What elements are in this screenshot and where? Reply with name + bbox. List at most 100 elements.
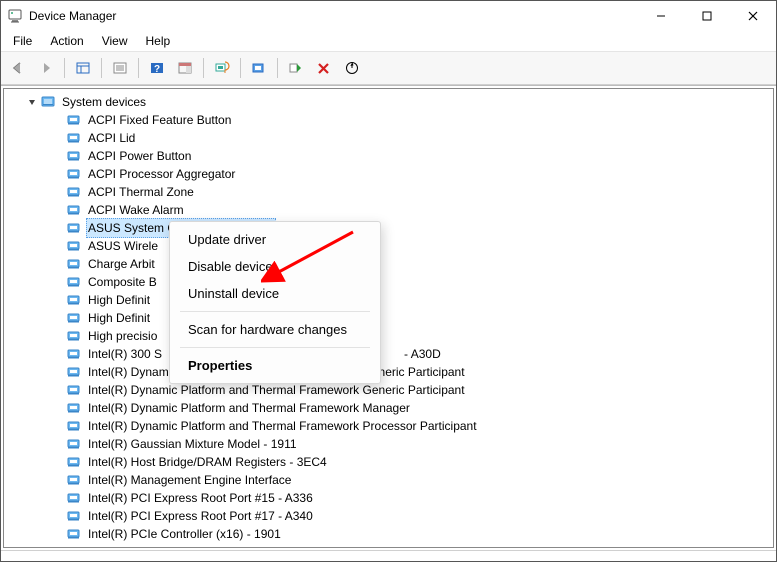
tree-item[interactable]: ACPI Processor Aggregator xyxy=(4,165,773,183)
tree-node-label: ACPI Lid xyxy=(86,129,137,147)
menubar: File Action View Help xyxy=(1,31,776,52)
tree-item[interactable]: Intel(R) Gaussian Mixture Model - 1911 xyxy=(4,435,773,453)
tree-item[interactable]: High precisio xyxy=(4,327,773,345)
device-icon xyxy=(66,400,82,416)
tree-node-label: ACPI Fixed Feature Button xyxy=(86,111,233,129)
tree-item[interactable]: Intel(R) Host Bridge/DRAM Registers - 3E… xyxy=(4,453,773,471)
show-hide-tree-button[interactable] xyxy=(70,56,96,80)
tree-node-label: Intel(R) Host Bridge/DRAM Registers - 3E… xyxy=(86,453,329,471)
uninstall-device-button[interactable] xyxy=(311,56,337,80)
tree-node-label: Intel(R) Dynamic Platform and Thermal Fr… xyxy=(86,399,412,417)
device-manager-window: Device Manager File Action View Help ? xyxy=(0,0,777,562)
tree-item[interactable]: Intel(R) Management Engine Interface xyxy=(4,471,773,489)
device-icon xyxy=(66,346,82,362)
tree-node-label: Intel(R) Dynamic Platform and Thermal Fr… xyxy=(86,417,479,435)
context-update-driver[interactable]: Update driver xyxy=(170,226,380,253)
titlebar: Device Manager xyxy=(1,1,776,31)
expander-icon[interactable] xyxy=(26,96,38,108)
tree-node-label: Intel(R) Power Engine Plug-in xyxy=(86,543,248,548)
tree-node-label: ACPI Power Button xyxy=(86,147,193,165)
tree-item[interactable]: ACPI Wake Alarm xyxy=(4,201,773,219)
device-icon xyxy=(66,472,82,488)
tree-item[interactable]: High Definit xyxy=(4,309,773,327)
context-disable-device[interactable]: Disable device xyxy=(170,253,380,280)
tree-item[interactable]: Composite B xyxy=(4,273,773,291)
tree-item[interactable]: ACPI Lid xyxy=(4,129,773,147)
tree-node-tail: - A30D xyxy=(404,345,441,363)
tree-item[interactable]: Intel(R) Dynamic Platform and Thermal Fr… xyxy=(4,363,773,381)
tree-item[interactable]: ASUS Wirele xyxy=(4,237,773,255)
context-scan-hardware[interactable]: Scan for hardware changes xyxy=(170,316,380,343)
device-icon xyxy=(66,526,82,542)
maximize-button[interactable] xyxy=(684,1,730,31)
tree-item[interactable]: Intel(R) Power Engine Plug-in xyxy=(4,543,773,548)
svg-text:?: ? xyxy=(154,64,160,75)
close-button[interactable] xyxy=(730,1,776,31)
menu-action[interactable]: Action xyxy=(42,32,91,50)
tree-item[interactable]: Intel(R) Dynamic Platform and Thermal Fr… xyxy=(4,417,773,435)
tree-node-label: Intel(R) 300 S xyxy=(86,345,164,363)
tree-root-system-devices[interactable]: System devices xyxy=(4,93,773,111)
device-icon xyxy=(66,220,82,236)
tree-node-label: Charge Arbit xyxy=(86,255,157,273)
help-button[interactable]: ? xyxy=(144,56,170,80)
scan-hardware-button[interactable] xyxy=(209,56,235,80)
toolbar: ? xyxy=(1,52,776,85)
tree-item[interactable]: ACPI Power Button xyxy=(4,147,773,165)
device-icon xyxy=(66,418,82,434)
context-separator xyxy=(180,311,370,312)
tree-item[interactable]: Charge Arbit xyxy=(4,255,773,273)
tree-item[interactable]: Intel(R) PCI Express Root Port #17 - A34… xyxy=(4,507,773,525)
device-icon xyxy=(66,490,82,506)
tree-item[interactable]: Intel(R) PCIe Controller (x16) - 1901 xyxy=(4,525,773,543)
context-properties[interactable]: Properties xyxy=(170,352,380,379)
device-icon xyxy=(66,454,82,470)
nav-forward-button[interactable] xyxy=(33,56,59,80)
toolbar-separator xyxy=(64,58,65,78)
tree-item[interactable]: ASUS System Control Interface V2 xyxy=(4,219,773,237)
tree-node-label: Intel(R) Gaussian Mixture Model - 1911 xyxy=(86,435,299,453)
toolbar-separator xyxy=(277,58,278,78)
context-menu: Update driver Disable device Uninstall d… xyxy=(169,221,381,384)
toggle-action-pane-button[interactable] xyxy=(172,56,198,80)
toolbar-separator xyxy=(138,58,139,78)
device-icon xyxy=(66,274,82,290)
window-controls xyxy=(638,1,776,31)
device-icon xyxy=(66,184,82,200)
tree-item[interactable]: Intel(R) Dynamic Platform and Thermal Fr… xyxy=(4,399,773,417)
device-icon xyxy=(66,202,82,218)
device-icon xyxy=(66,130,82,146)
tree-item[interactable]: Intel(R) Dynamic Platform and Thermal Fr… xyxy=(4,381,773,399)
nav-back-button[interactable] xyxy=(5,56,31,80)
folder-icon xyxy=(40,94,56,110)
window-title: Device Manager xyxy=(29,9,116,23)
device-icon xyxy=(66,292,82,308)
update-driver-button[interactable] xyxy=(246,56,272,80)
tree-node-label: Intel(R) PCIe Controller (x16) - 1901 xyxy=(86,525,283,543)
device-icon xyxy=(66,238,82,254)
tree-item[interactable]: ACPI Fixed Feature Button xyxy=(4,111,773,129)
app-icon xyxy=(7,8,23,24)
context-separator xyxy=(180,347,370,348)
properties-button[interactable] xyxy=(107,56,133,80)
tree-node-label: Intel(R) PCI Express Root Port #15 - A33… xyxy=(86,489,315,507)
context-uninstall-device[interactable]: Uninstall device xyxy=(170,280,380,307)
tree-node-label: Intel(R) Management Engine Interface xyxy=(86,471,293,489)
menu-file[interactable]: File xyxy=(5,32,40,50)
tree-node-label: High Definit xyxy=(86,291,152,309)
tree-item[interactable]: Intel(R) 300 S - A30D xyxy=(4,345,773,363)
device-icon xyxy=(66,328,82,344)
refresh-button[interactable] xyxy=(339,56,365,80)
tree-item[interactable]: High Definit xyxy=(4,291,773,309)
tree-node-label: ASUS Wirele xyxy=(86,237,160,255)
enable-device-button[interactable] xyxy=(283,56,309,80)
tree-node-label: ACPI Thermal Zone xyxy=(86,183,196,201)
device-tree[interactable]: System devicesACPI Fixed Feature ButtonA… xyxy=(3,88,774,548)
menu-help[interactable]: Help xyxy=(138,32,179,50)
tree-node-label: Intel(R) PCI Express Root Port #17 - A34… xyxy=(86,507,315,525)
tree-item[interactable]: Intel(R) PCI Express Root Port #15 - A33… xyxy=(4,489,773,507)
device-icon xyxy=(66,166,82,182)
tree-item[interactable]: ACPI Thermal Zone xyxy=(4,183,773,201)
minimize-button[interactable] xyxy=(638,1,684,31)
menu-view[interactable]: View xyxy=(94,32,136,50)
